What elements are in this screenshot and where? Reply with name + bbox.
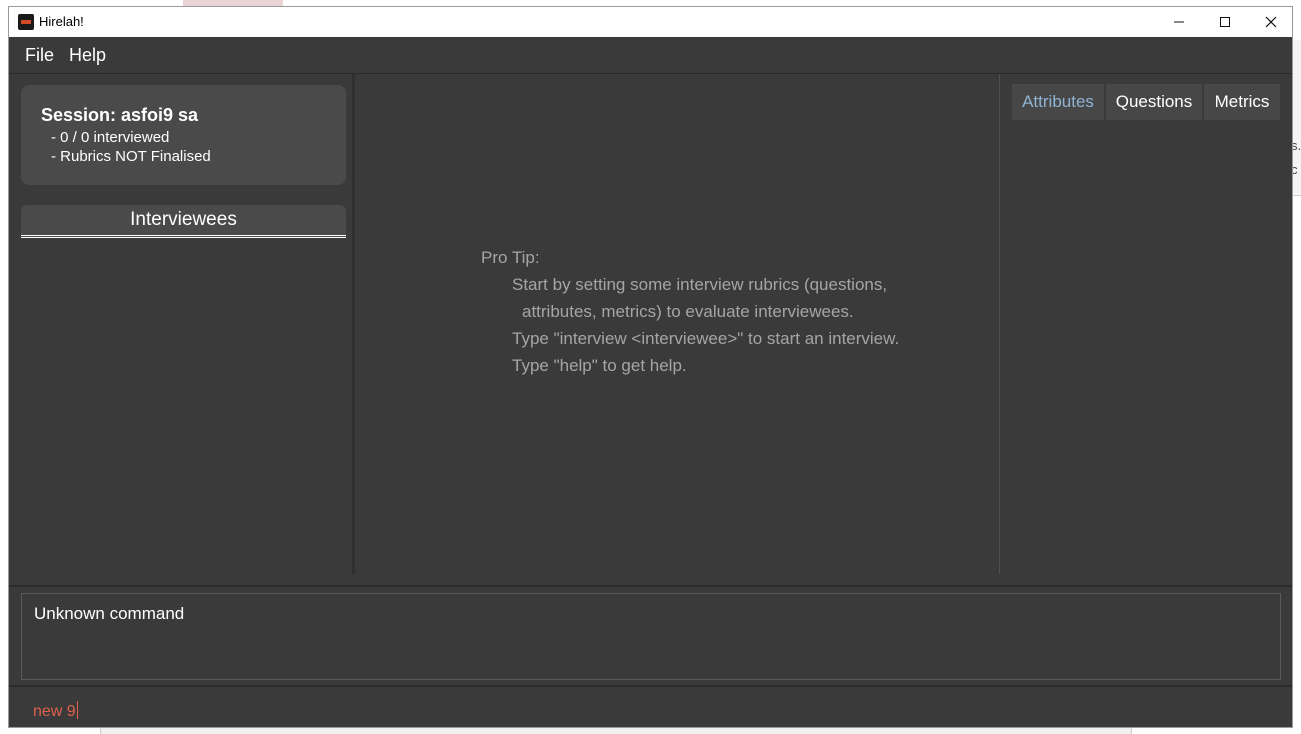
menu-bar: File Help (9, 37, 1292, 74)
result-display: Unknown command (21, 593, 1281, 680)
minimize-button[interactable] (1156, 7, 1202, 37)
text-caret (76, 701, 78, 719)
close-icon (1265, 16, 1277, 28)
divider (9, 685, 1292, 687)
session-title: Session: asfoi9 sa (41, 105, 199, 125)
interviewees-header: Interviewees (21, 205, 346, 238)
maximize-button[interactable] (1202, 7, 1248, 37)
session-card: Session: asfoi9 sa - 0 / 0 interviewed -… (21, 85, 346, 185)
tab-attributes[interactable]: Attributes (1012, 84, 1104, 120)
command-text: new 9 (33, 701, 78, 721)
protip-line: attributes, metrics) to evaluate intervi… (522, 302, 854, 321)
divider (9, 585, 1292, 587)
title-bar[interactable]: Hirelah! (9, 7, 1292, 37)
protip-heading: Pro Tip: (481, 248, 540, 267)
close-button[interactable] (1248, 7, 1294, 37)
command-input[interactable]: new 9 (9, 688, 1292, 727)
protip-line: Start by setting some interview rubrics … (512, 275, 888, 294)
menu-help[interactable]: Help (69, 45, 106, 66)
rubrics-panel: Attributes Questions Metrics (999, 74, 1294, 574)
session-rubrics-status: - Rubrics NOT Finalised (51, 148, 211, 165)
app-icon (18, 14, 34, 30)
main-content-panel: Pro Tip: Start by setting some interview… (352, 74, 1002, 574)
window-title: Hirelah! (39, 14, 84, 29)
tab-metrics[interactable]: Metrics (1204, 84, 1280, 120)
tab-questions[interactable]: Questions (1106, 84, 1202, 120)
result-message: Unknown command (34, 604, 185, 623)
minimize-icon (1174, 21, 1184, 23)
command-value: new 9 (33, 703, 76, 720)
protip-line: Type "help" to get help. (512, 356, 687, 375)
left-panel: Session: asfoi9 sa - 0 / 0 interviewed -… (9, 74, 355, 574)
app-window: Hirelah! File Help Session: asfoi9 sa - … (8, 6, 1293, 728)
background-taskbar-fragment (100, 728, 1132, 734)
menu-file[interactable]: File (25, 45, 54, 66)
protip-line: Type "interview <interviewee>" to start … (512, 329, 900, 348)
maximize-icon (1220, 17, 1230, 27)
interviewees-list[interactable] (21, 240, 346, 570)
session-interviewed-count: - 0 / 0 interviewed (51, 129, 170, 146)
